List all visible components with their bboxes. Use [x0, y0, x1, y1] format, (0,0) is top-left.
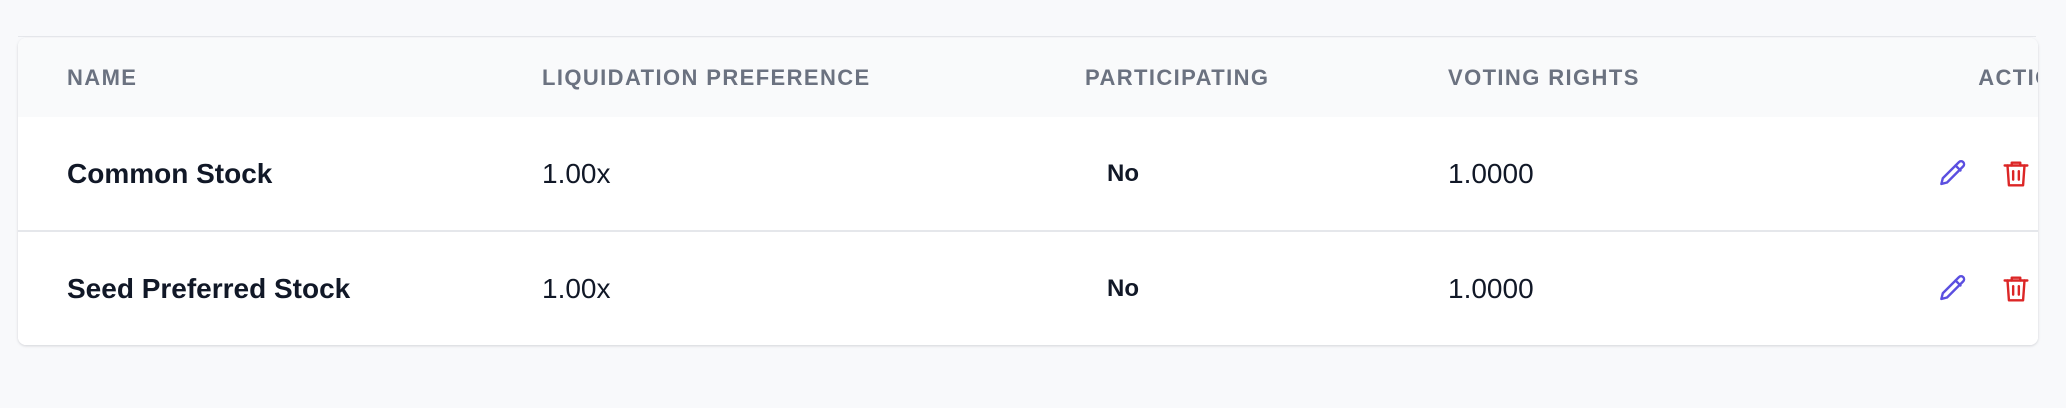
table-body: Common Stock 1.00x No 1.0000 Seed Prefer…: [18, 117, 2038, 345]
table-header: NAME LIQUIDATION PREFERENCE PARTICIPATIN…: [18, 38, 2038, 117]
column-header-voting-rights: VOTING RIGHTS: [1448, 64, 1640, 90]
cell-liquidation-preference: 1.00x: [542, 157, 611, 189]
cell-voting-rights: 1.0000: [1448, 157, 1534, 189]
row-actions: [1868, 157, 2038, 191]
header-row: NAME LIQUIDATION PREFERENCE PARTICIPATIN…: [18, 38, 2038, 117]
table-row: Common Stock 1.00x No 1.0000: [18, 117, 2038, 231]
trash-icon[interactable]: [1999, 157, 2033, 191]
trash-icon[interactable]: [1999, 272, 2033, 306]
cell-voting-rights: 1.0000: [1448, 230, 1868, 345]
share-classes-table-card: NAME LIQUIDATION PREFERENCE PARTICIPATIN…: [18, 38, 2038, 345]
table-row: Seed Preferred Stock 1.00x No 1.0000: [18, 230, 2038, 345]
row-actions: [1868, 272, 2038, 306]
column-header-liquidation-preference: LIQUIDATION PREFERENCE: [542, 64, 871, 90]
cell-participating: No: [1107, 159, 1139, 187]
cell-actions: [1868, 230, 2038, 345]
cell-name: Common Stock: [67, 157, 273, 189]
cell-name: Seed Preferred Stock: [18, 230, 542, 345]
column-header-name: NAME: [67, 64, 138, 90]
column-header-actions: ACTIONS: [1978, 64, 2038, 90]
page: NAME LIQUIDATION PREFERENCE PARTICIPATIN…: [0, 0, 2066, 408]
pencil-icon[interactable]: [1935, 272, 1969, 306]
share-classes-table: NAME LIQUIDATION PREFERENCE PARTICIPATIN…: [18, 38, 2038, 345]
pencil-icon[interactable]: [1935, 157, 1969, 191]
cell-liquidation-preference: 1.00x: [542, 230, 1085, 345]
column-header-participating: PARTICIPATING: [1085, 64, 1270, 90]
cell-actions: [1868, 117, 2038, 231]
cell-participating: No: [1085, 230, 1448, 345]
top-divider: [18, 36, 2036, 37]
